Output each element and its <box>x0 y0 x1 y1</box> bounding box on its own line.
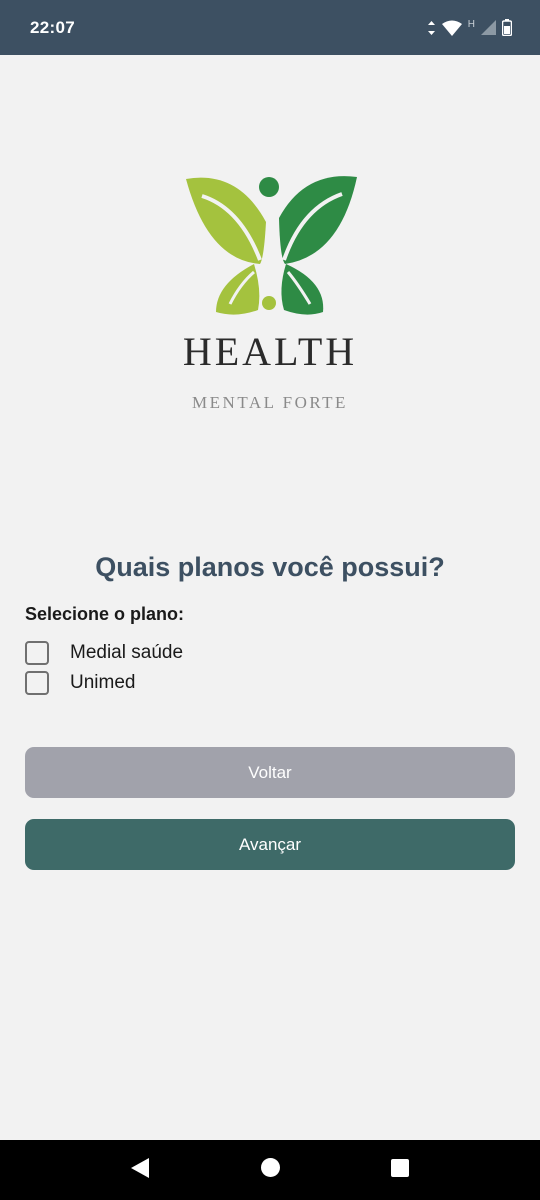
brand-name: HEALTH <box>182 329 358 374</box>
recents-square-icon <box>391 1158 409 1182</box>
network-type-icon: H <box>467 18 475 36</box>
plan-option-unimed[interactable]: Unimed <box>25 670 135 696</box>
plan-option-medial-saude[interactable]: Medial saúde <box>25 640 183 666</box>
back-button[interactable]: Voltar <box>25 747 515 798</box>
network-letter: H <box>467 18 475 30</box>
data-arrows-icon <box>427 20 436 35</box>
status-time: 22:07 <box>30 17 75 37</box>
nav-home-button[interactable] <box>240 1140 300 1200</box>
option-label-medial-saude: Medial saúde <box>70 642 184 663</box>
status-bar: 22:07 H <box>0 0 540 55</box>
checkbox-unimed[interactable] <box>25 671 49 695</box>
next-button[interactable]: Avançar <box>25 819 515 870</box>
select-plan-label: Selecione o plano: <box>25 604 185 624</box>
brand-tagline: MENTAL FORTE <box>192 393 348 412</box>
wifi-icon <box>441 20 462 36</box>
nav-recents-button[interactable] <box>370 1140 430 1200</box>
status-icons: H <box>427 19 512 36</box>
logo-butterfly-icon <box>180 172 362 318</box>
option-label-unimed: Unimed <box>70 672 136 693</box>
checkbox-medial-saude[interactable] <box>25 641 49 665</box>
navigation-bar <box>0 1140 540 1200</box>
page-title: Quais planos você possui? <box>95 552 445 582</box>
back-triangle-icon <box>131 1157 149 1183</box>
nav-back-button[interactable] <box>110 1140 170 1200</box>
home-circle-icon <box>260 1158 280 1182</box>
signal-icon <box>481 20 496 35</box>
battery-icon <box>502 19 512 36</box>
